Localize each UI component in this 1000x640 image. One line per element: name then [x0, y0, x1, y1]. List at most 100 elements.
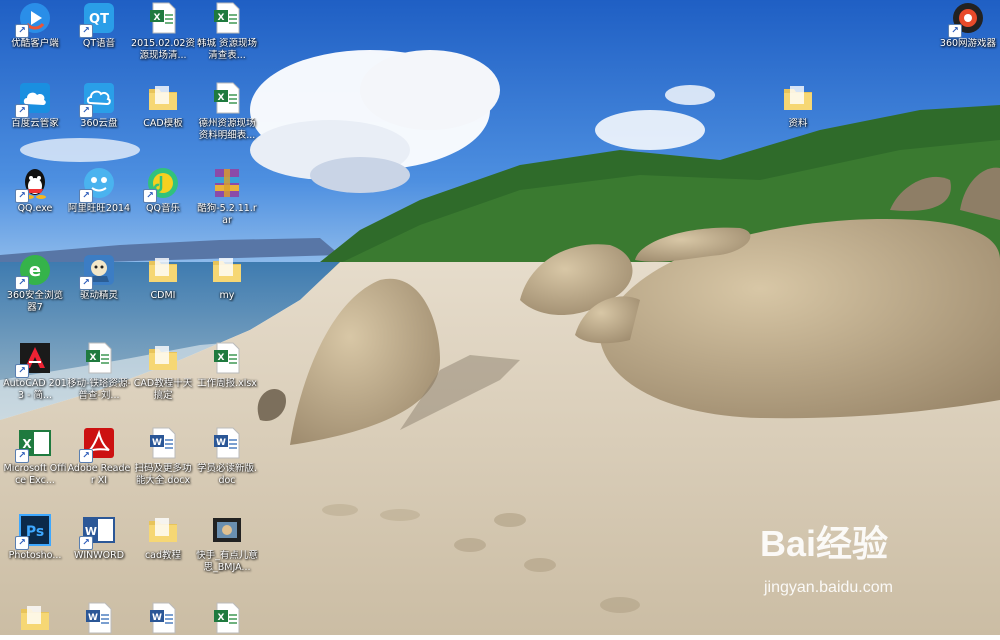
desktop-shortcut[interactable]: ↗ 阿里旺旺2014 — [67, 165, 131, 215]
desktop-shortcut-label: CDMI — [150, 290, 176, 301]
desktop-shortcut-label: 学员必读新版.doc — [196, 463, 258, 486]
desktop-shortcut-label: AutoCAD 2013 - 简... — [3, 378, 67, 401]
shortcut-arrow-icon: ↗ — [15, 536, 29, 550]
desktop-shortcut[interactable]: CDMI — [131, 252, 195, 302]
desktop-shortcut-label: CAD教程十天搞定 — [133, 378, 193, 401]
desktop-shortcut[interactable]: ↗ QQ音乐 — [131, 165, 195, 215]
desktop-shortcut-label: 快手_有点儿意思_BMJA... — [196, 550, 258, 573]
shortcut-arrow-icon: ↗ — [15, 364, 29, 378]
desktop-shortcut[interactable]: CAD教程十天搞定 — [131, 340, 195, 402]
desktop-shortcut-label: QQ.exe — [17, 203, 53, 214]
desktop-shortcut[interactable]: X ↗ Microsoft Office Exc... — [3, 425, 67, 487]
rar-archive-icon — [209, 165, 245, 201]
desktop-shortcut[interactable]: X 韩城 资源现场清查表... — [195, 0, 259, 62]
desktop-shortcut[interactable]: W — [131, 600, 195, 638]
360-cloud-icon: ↗ — [79, 80, 117, 118]
desktop-shortcut-label: 工作周报.xlsx — [197, 378, 257, 389]
desktop-shortcut[interactable]: Ps ↗ Photosho... — [3, 512, 67, 562]
desktop-shortcut[interactable]: ↗ QQ.exe — [3, 165, 67, 215]
shortcut-arrow-icon: ↗ — [15, 276, 29, 290]
desktop-shortcut[interactable]: W 学员必读新版.doc — [195, 425, 259, 487]
svg-text:W: W — [88, 613, 98, 623]
folder-icon — [145, 512, 181, 548]
excel-file-icon: X — [209, 80, 245, 116]
desktop-shortcut[interactable]: 资料 — [766, 80, 830, 130]
desktop-shortcut-label: 驱动精灵 — [79, 290, 118, 301]
desktop-shortcut[interactable]: ↗ 360云盘 — [67, 80, 131, 130]
desktop-shortcut-label: my — [219, 290, 235, 301]
shortcut-arrow-icon: ↗ — [79, 276, 93, 290]
shortcut-arrow-icon: ↗ — [143, 189, 157, 203]
desktop-shortcut[interactable]: cad教程 — [131, 512, 195, 562]
desktop-shortcut[interactable]: X 工作周报.xlsx — [195, 340, 259, 390]
excel-file-icon: X — [209, 600, 245, 636]
svg-text:X: X — [218, 613, 225, 623]
svg-text:X: X — [154, 13, 161, 23]
baidu-cloud-icon: ↗ — [15, 80, 53, 118]
word-app-icon: W ↗ — [79, 512, 117, 550]
word-file-icon: W — [209, 425, 245, 461]
shortcut-arrow-icon: ↗ — [79, 536, 93, 550]
excel-file-icon: X — [81, 340, 117, 376]
desktop-shortcut-label: QT语音 — [82, 38, 116, 49]
desktop-shortcut-label: 德州资源现场资料明细表... — [198, 118, 256, 141]
youku-icon: ↗ — [15, 0, 53, 38]
desktop-shortcut-label: 阿里旺旺2014 — [67, 203, 131, 214]
shortcut-arrow-icon: ↗ — [79, 104, 93, 118]
excel-file-icon: X — [209, 340, 245, 376]
folder-icon — [145, 80, 181, 116]
folder-icon — [209, 252, 245, 288]
video-file-icon — [209, 512, 245, 548]
desktop-shortcut-label: 360网游戏器 — [939, 38, 997, 49]
desktop-shortcut-label: Adobe Reader XI — [67, 463, 131, 486]
desktop-shortcut-label: 酷狗-5.2.11.rar — [197, 203, 257, 226]
excel-app-icon: X ↗ — [15, 425, 53, 463]
desktop-shortcut[interactable]: my — [195, 252, 259, 302]
folder-icon — [145, 340, 181, 376]
desktop-shortcut[interactable]: ↗ 驱动精灵 — [67, 252, 131, 302]
word-file-icon: W — [145, 425, 181, 461]
word-file-icon: W — [81, 600, 117, 636]
desktop-shortcut[interactable]: 快手_有点儿意思_BMJA... — [195, 512, 259, 574]
svg-text:W: W — [216, 438, 226, 448]
desktop-shortcut[interactable]: X 德州资源现场资料明细表... — [195, 80, 259, 142]
svg-text:X: X — [218, 353, 225, 363]
shortcut-arrow-icon: ↗ — [79, 189, 93, 203]
desktop-shortcut-label: 韩城 资源现场清查表... — [196, 38, 258, 61]
desktop-shortcut[interactable]: ↗ 百度云管家 — [3, 80, 67, 130]
excel-file-icon: X — [209, 0, 245, 36]
desktop-shortcut-label: 优酷客户端 — [11, 38, 59, 49]
desktop-shortcut[interactable]: ↗ 360网游戏器 — [936, 0, 1000, 50]
desktop-shortcut[interactable]: ↗ 优酷客户端 — [3, 0, 67, 50]
driver-genius-icon: ↗ — [79, 252, 117, 290]
desktop-shortcut-label: 360云盘 — [80, 118, 118, 129]
desktop-shortcut[interactable]: X 移动-铁塔资源-普查-刘... — [67, 340, 131, 402]
photoshop-icon: Ps ↗ — [15, 512, 53, 550]
desktop-shortcut[interactable]: W — [67, 600, 131, 638]
shortcut-arrow-icon: ↗ — [79, 24, 93, 38]
svg-text:X: X — [90, 353, 97, 363]
desktop-shortcut[interactable] — [3, 600, 67, 638]
svg-text:X: X — [218, 13, 225, 23]
excel-file-icon: X — [145, 0, 181, 36]
desktop-shortcut[interactable]: CAD模板 — [131, 80, 195, 130]
desktop-shortcut-label: cad教程 — [144, 550, 182, 561]
desktop-shortcut[interactable]: ↗ Adobe Reader XI — [67, 425, 131, 487]
shortcut-arrow-icon: ↗ — [15, 104, 29, 118]
shortcut-arrow-icon: ↗ — [948, 24, 962, 38]
desktop-shortcut[interactable]: X — [195, 600, 259, 638]
qt-voice-icon: QT ↗ — [79, 0, 117, 38]
desktop-shortcut[interactable]: ↗ AutoCAD 2013 - 简... — [3, 340, 67, 402]
desktop-shortcut[interactable]: QT ↗ QT语音 — [67, 0, 131, 50]
desktop-shortcut-label: 移动-铁塔资源-普查-刘... — [67, 378, 131, 401]
desktop-shortcut[interactable]: e ↗ 360安全浏览器7 — [3, 252, 67, 314]
360-game-icon: ↗ — [948, 0, 986, 38]
svg-text:W: W — [152, 438, 162, 448]
desktop-shortcut[interactable]: 酷狗-5.2.11.rar — [195, 165, 259, 227]
desktop-shortcut-label: CAD模板 — [143, 118, 183, 129]
desktop-shortcut[interactable]: W ↗ WINWORD — [67, 512, 131, 562]
shortcut-arrow-icon: ↗ — [79, 449, 93, 463]
svg-text:X: X — [218, 93, 225, 103]
desktop-shortcut[interactable]: W 扫码及更多功能大全.docx — [131, 425, 195, 487]
desktop-shortcut[interactable]: X 2015.02.02资源现场清... — [131, 0, 195, 62]
